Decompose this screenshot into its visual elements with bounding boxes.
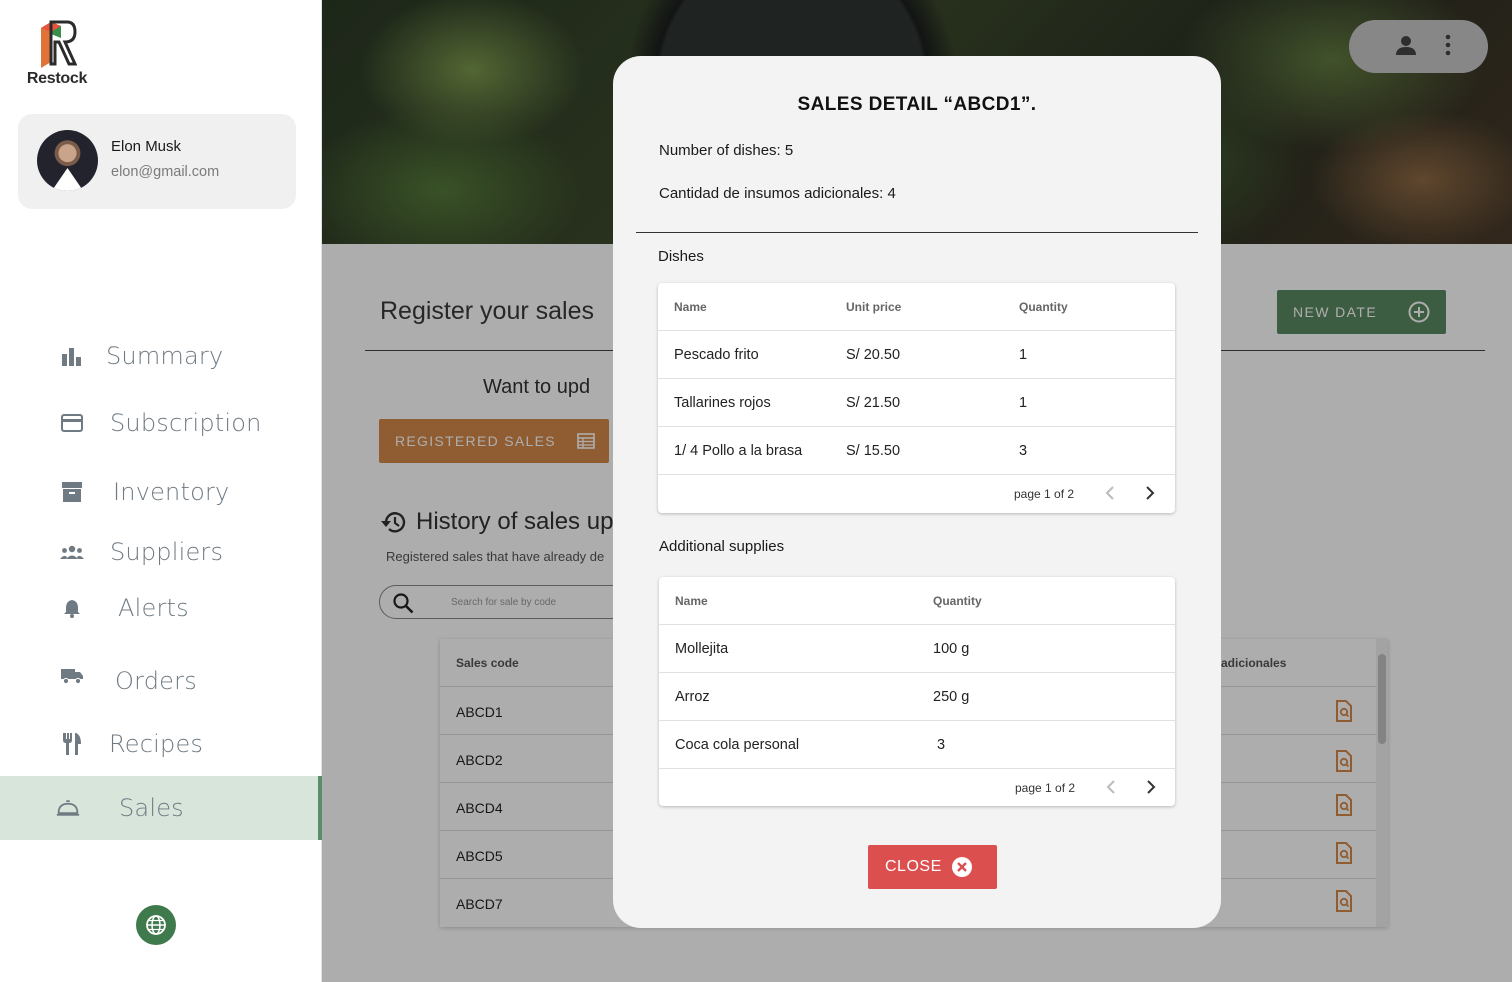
sidebar-item-orders[interactable]: Orders <box>0 652 322 710</box>
dish-quantity: 1 <box>1019 395 1028 411</box>
divider <box>636 232 1198 233</box>
close-button[interactable]: CLOSE <box>868 845 997 889</box>
supply-quantity: 250 g <box>933 689 970 705</box>
supply-quantity: 100 g <box>933 641 970 657</box>
dishes-section-title: Dishes <box>658 248 704 265</box>
user-card[interactable]: Elon Musk elon@gmail.com <box>18 114 296 209</box>
sidebar-item-label: Subscription <box>110 409 262 437</box>
table-header: Name Unit price Quantity <box>658 283 1175 331</box>
sidebar-item-recipes[interactable]: Recipes <box>0 715 322 773</box>
table-header: Name Quantity <box>659 577 1176 625</box>
dish-name: Pescado frito <box>674 347 759 363</box>
sidebar-item-label: Orders <box>115 667 197 695</box>
app-name: Restock <box>26 70 88 87</box>
sidebar-item-label: Suppliers <box>110 538 224 566</box>
sidebar-item-suppliers[interactable]: Suppliers <box>0 523 322 581</box>
dishes-table: Name Unit price Quantity Pescado frito S… <box>658 283 1175 513</box>
supply-name: Mollejita <box>675 641 729 657</box>
chevron-right-icon[interactable] <box>1145 485 1155 506</box>
dish-price: S/ 21.50 <box>846 395 901 411</box>
table-pagination: page 1 of 2 <box>659 769 1176 807</box>
pagination-label: page 1 of 2 <box>1015 781 1076 795</box>
sidebar-item-label: Inventory <box>113 478 230 506</box>
avatar <box>37 130 98 191</box>
close-circle-icon <box>951 856 973 883</box>
bell-icon <box>60 596 84 620</box>
table-row: 1/ 4 Pollo a la brasa S/ 15.50 3 <box>658 427 1175 475</box>
sidebar-item-summary[interactable]: Summary <box>0 327 322 385</box>
sidebar-item-label: Summary <box>106 342 224 370</box>
app-logo[interactable]: Restock <box>22 18 92 88</box>
column-header-name: Name <box>674 300 707 314</box>
sidebar-item-label: Sales <box>119 794 184 822</box>
column-header-quantity: Quantity <box>1019 300 1068 314</box>
room-service-icon <box>56 796 80 820</box>
restock-logo-icon <box>41 20 77 68</box>
dish-price: S/ 20.50 <box>846 347 901 363</box>
dish-name: 1/ 4 Pollo a la brasa <box>674 443 803 459</box>
bar-chart-icon <box>60 344 84 368</box>
fork-knife-icon <box>60 732 84 756</box>
supplies-count: Cantidad de insumos adicionales: 4 <box>659 185 896 202</box>
user-email: elon@gmail.com <box>111 164 220 180</box>
supply-quantity: 3 <box>937 737 946 753</box>
sidebar-item-subscription[interactable]: Subscription <box>0 394 322 452</box>
supply-name: Coca cola personal <box>675 737 800 753</box>
sidebar-item-label: Recipes <box>109 730 204 758</box>
table-row: Pescado frito S/ 20.50 1 <box>658 331 1175 379</box>
pagination-label: page 1 of 2 <box>1014 487 1075 501</box>
supplies-section-title: Additional supplies <box>659 538 785 555</box>
table-row: Arroz 250 g <box>659 673 1176 721</box>
table-row: Tallarines rojos S/ 21.50 1 <box>658 379 1175 427</box>
sidebar-item-inventory[interactable]: Inventory <box>0 463 322 521</box>
sales-detail-modal: SALES DETAIL “ABCD1”. Number of dishes: … <box>613 56 1221 928</box>
modal-title: SALES DETAIL “ABCD1”. <box>797 94 1037 115</box>
chevron-right-icon[interactable] <box>1146 779 1156 800</box>
column-header-unit-price: Unit price <box>846 300 902 314</box>
column-header-quantity: Quantity <box>933 594 982 608</box>
supplies-table: Name Quantity Mollejita 100 g Arroz 250 … <box>659 577 1176 807</box>
supply-name: Arroz <box>675 689 710 705</box>
language-button[interactable] <box>136 905 176 945</box>
table-pagination: page 1 of 2 <box>658 475 1175 513</box>
chevron-left-icon[interactable] <box>1106 779 1116 800</box>
user-name: Elon Musk <box>111 138 182 155</box>
credit-card-icon <box>60 411 84 435</box>
table-row: Mollejita 100 g <box>659 625 1176 673</box>
archive-icon <box>60 480 84 504</box>
table-row: Coca cola personal 3 <box>659 721 1176 769</box>
chevron-left-icon[interactable] <box>1105 485 1115 506</box>
close-label: CLOSE <box>885 858 942 875</box>
sidebar-item-sales[interactable]: Sales <box>0 776 322 840</box>
sidebar: Restock Elon Musk elon@gmail.com Summary… <box>0 0 322 982</box>
dish-name: Tallarines rojos <box>674 395 771 411</box>
sidebar-item-label: Alerts <box>118 594 189 622</box>
truck-icon <box>60 664 84 688</box>
dishes-count: Number of dishes: 5 <box>659 142 794 159</box>
dish-price: S/ 15.50 <box>846 443 901 459</box>
groups-icon <box>60 540 84 564</box>
dish-quantity: 1 <box>1019 347 1028 363</box>
dish-quantity: 3 <box>1019 443 1028 459</box>
column-header-name: Name <box>675 594 708 608</box>
globe-icon <box>146 915 166 935</box>
sidebar-item-alerts[interactable]: Alerts <box>0 579 322 637</box>
